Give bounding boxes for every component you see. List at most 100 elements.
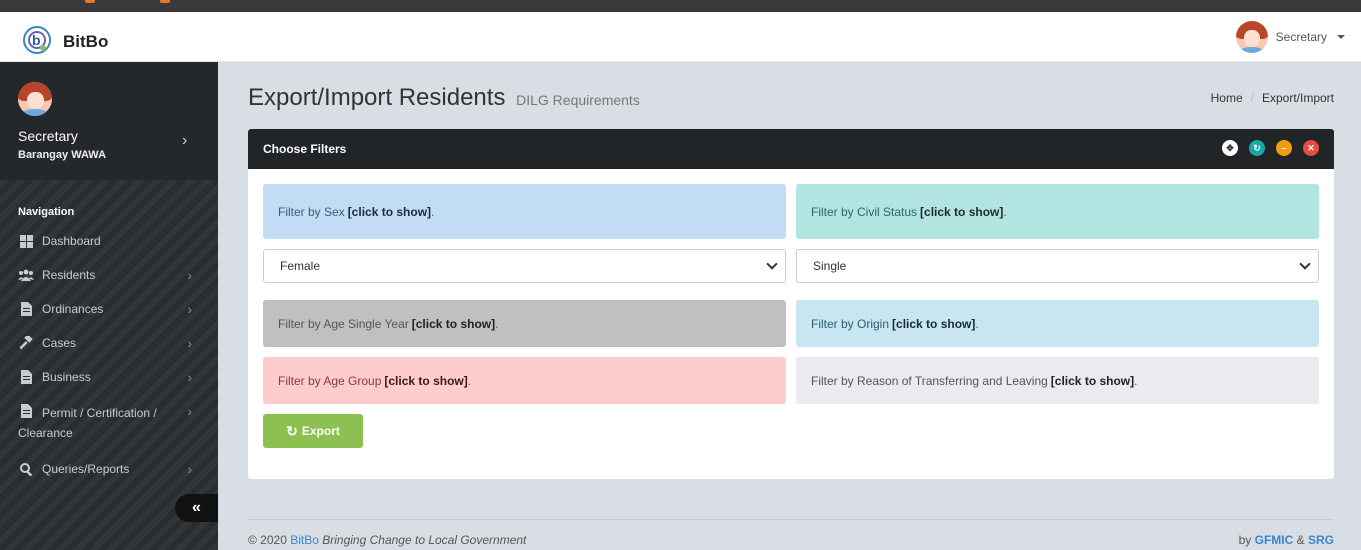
filter-origin-label: Filter by Origin (811, 316, 890, 331)
filter-civil-status-toggle[interactable]: Filter by Civil Status [click to show]. (796, 184, 1319, 239)
document-icon (18, 301, 34, 317)
user-menu-name: Secretary (1275, 30, 1327, 44)
nav-heading: Navigation (18, 206, 75, 218)
document-icon (18, 403, 34, 419)
browser-tab-indicator (160, 0, 170, 3)
sidebar: Secretary Barangay WAWA › Navigation Das… (0, 62, 218, 550)
sidebar-item-dashboard[interactable]: Dashboard (0, 224, 218, 258)
sidebar-item-label: Dashboard (42, 234, 101, 248)
minimize-icon[interactable]: – (1276, 140, 1292, 156)
top-navbar: b BitBo Secretary (0, 12, 1361, 62)
export-button-label: Export (301, 424, 340, 438)
click-to-show-link: [click to show] (920, 204, 1004, 219)
period-text: . (431, 204, 435, 219)
click-to-show-link: [click to show] (384, 373, 468, 388)
page-title-text: Export/Import Residents (248, 84, 506, 111)
period-text: . (1003, 204, 1007, 219)
chevron-right-icon: › (187, 267, 192, 283)
sidebar-nav: Dashboard Residents › Ordinances › Cases… (0, 224, 218, 486)
panel-title: Choose Filters (263, 142, 347, 156)
filter-age-group-label: Filter by Age Group (278, 373, 382, 388)
page-subtitle: DILG Requirements (516, 92, 640, 108)
caret-down-icon (1337, 35, 1345, 39)
breadcrumb-home-link[interactable]: Home (1211, 91, 1243, 105)
filter-origin-toggle[interactable]: Filter by Origin [click to show]. (796, 300, 1319, 347)
period-text: . (495, 316, 499, 331)
sidebar-role: Secretary (18, 128, 78, 144)
civil-status-select-value: Single (813, 259, 847, 273)
filter-sex-toggle[interactable]: Filter by Sex [click to show]. (263, 184, 786, 239)
sidebar-item-label: Residents (42, 268, 96, 282)
chevron-right-icon: › (187, 461, 192, 477)
sidebar-item-business[interactable]: Business › (0, 360, 218, 394)
sidebar-item-label: Cases (42, 336, 77, 350)
sidebar-avatar (18, 82, 52, 116)
sidebar-item-residents[interactable]: Residents › (0, 258, 218, 292)
period-text: . (467, 373, 472, 388)
chevron-down-icon (1299, 258, 1311, 270)
click-to-show-link: [click to show] (411, 316, 496, 331)
filter-reason-toggle[interactable]: Filter by Reason of Transferring and Lea… (796, 357, 1319, 404)
sidebar-item-label: Permit / Certification / Clearance (18, 406, 157, 440)
browser-tab-indicator (85, 0, 95, 3)
footer-copyright: © 2020 BitBo Bringing Change to Local Go… (248, 533, 526, 547)
footer-srg-link[interactable]: SRG (1308, 533, 1334, 547)
period-text: . (975, 316, 979, 331)
main-content: Export/Import Residents DILG Requirement… (218, 62, 1361, 550)
user-menu-dropdown[interactable]: Secretary (1235, 21, 1345, 53)
dashboard-icon (18, 233, 34, 249)
filter-sex-label: Filter by Sex (278, 204, 345, 219)
close-icon[interactable]: ✕ (1303, 140, 1319, 156)
footer-by-text: by (1238, 533, 1252, 547)
filter-age-single-year-label: Filter by Age Single Year (278, 316, 409, 331)
bitbo-logo-icon: b (23, 26, 51, 54)
footer-amp: & (1296, 533, 1305, 547)
filter-age-single-year-toggle[interactable]: Filter by Age Single Year [click to show… (263, 300, 786, 347)
chevron-right-icon: › (187, 403, 192, 419)
click-to-show-link: [click to show] (892, 316, 976, 331)
svg-text:b: b (32, 32, 41, 48)
panel-tools: ✥ ↻ – ✕ (1222, 140, 1319, 156)
user-avatar (1235, 21, 1268, 53)
sidebar-item-queries-reports[interactable]: Queries/Reports › (0, 452, 218, 486)
sidebar-profile[interactable]: Secretary Barangay WAWA › (0, 62, 218, 180)
brand-name[interactable]: BitBo (63, 32, 108, 52)
footer-gfmic-link[interactable]: GFMIC (1255, 533, 1294, 547)
chevron-right-icon: › (187, 301, 192, 317)
refresh-icon[interactable]: ↻ (1249, 140, 1265, 156)
chevron-right-icon: › (182, 132, 188, 149)
breadcrumb-separator: / (1250, 91, 1254, 105)
sex-select[interactable]: Female (263, 249, 786, 283)
sidebar-collapse-button[interactable]: « (175, 494, 218, 522)
sidebar-item-permit-certification-clearance[interactable]: Permit / Certification / Clearance › (0, 394, 218, 452)
sex-select-value: Female (280, 259, 321, 273)
export-button[interactable]: ↻ Export (263, 414, 363, 448)
users-icon (18, 267, 34, 283)
filters-panel: Choose Filters ✥ ↻ – ✕ Filter by Sex [cl… (248, 129, 1334, 479)
expand-icon[interactable]: ✥ (1222, 140, 1238, 156)
civil-status-select[interactable]: Single (796, 249, 1319, 283)
chevron-right-icon: › (187, 335, 192, 351)
chevron-right-icon: › (187, 369, 192, 385)
filter-age-group-toggle[interactable]: Filter by Age Group [click to show]. (263, 357, 786, 404)
footer-credits: by GFMIC & SRG (1239, 533, 1334, 547)
filter-civil-status-label: Filter by Civil Status (811, 204, 918, 219)
filter-reason-label: Filter by Reason of Transferring and Lea… (811, 373, 1048, 388)
document-icon (18, 369, 34, 385)
footer-brand-link[interactable]: BitBo (290, 533, 319, 547)
period-text: . (1134, 373, 1138, 388)
refresh-icon: ↻ (286, 422, 298, 439)
sidebar-item-ordinances[interactable]: Ordinances › (0, 292, 218, 326)
gavel-icon (18, 335, 34, 351)
footer-tagline: Bringing Change to Local Government (322, 533, 527, 547)
sidebar-item-label: Ordinances (42, 302, 104, 316)
page-title: Export/Import Residents DILG Requirement… (248, 84, 640, 112)
click-to-show-link: [click to show] (347, 204, 432, 219)
sidebar-item-cases[interactable]: Cases › (0, 326, 218, 360)
chevron-down-icon (766, 258, 778, 270)
breadcrumb-current: Export/Import (1261, 91, 1334, 105)
breadcrumb: Home / Export/Import (1211, 91, 1334, 105)
sidebar-item-label: Business (42, 370, 91, 384)
search-icon (18, 461, 34, 477)
browser-chrome-strip (0, 0, 1361, 12)
